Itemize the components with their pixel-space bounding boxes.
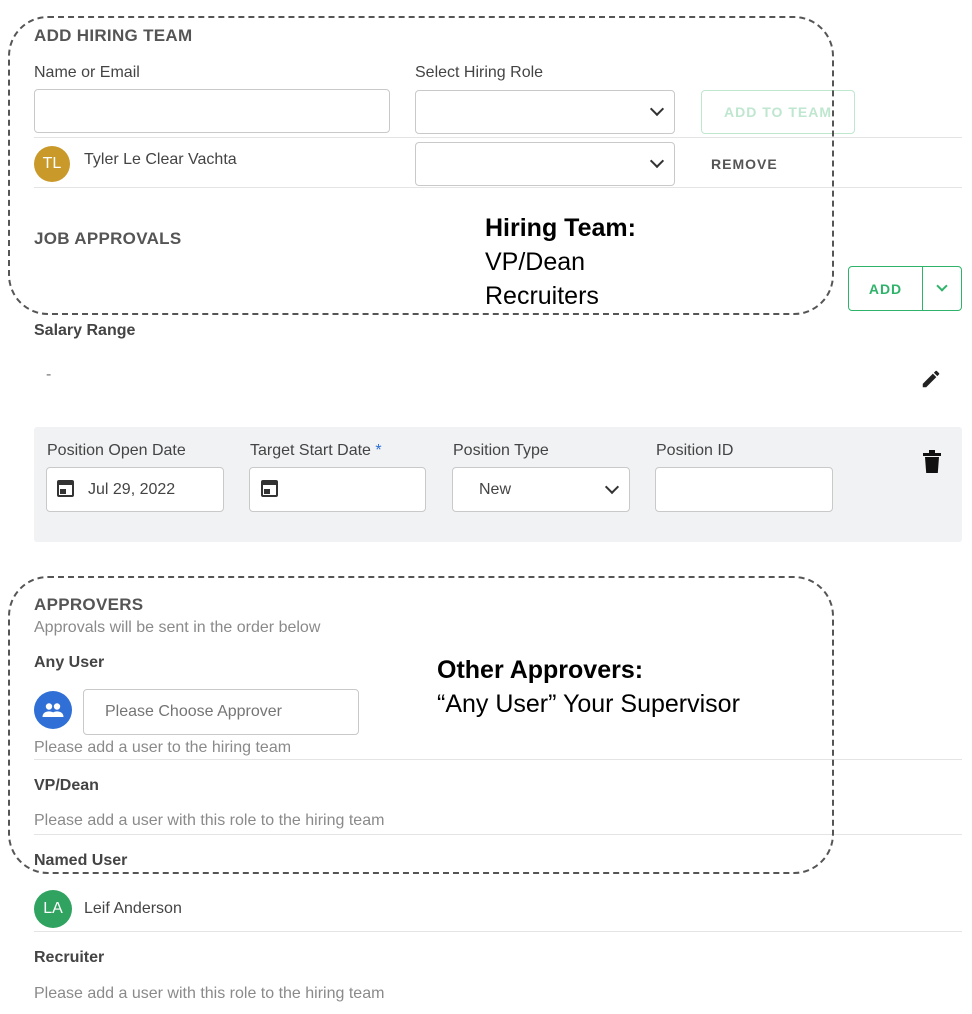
chevron-down-icon: [936, 279, 948, 292]
add-approval-button[interactable]: ADD: [849, 267, 923, 310]
annotation-heading: Hiring Team:: [485, 214, 636, 242]
divider: [34, 931, 962, 932]
add-approval-split-button[interactable]: ADD: [848, 266, 962, 311]
annotation-line: “Any User” Your Supervisor: [437, 690, 740, 718]
position-id-label: Position ID: [656, 442, 734, 459]
hiring-team-annotation: Hiring Team: VP/Dean Recruiters: [485, 211, 636, 313]
position-open-date-value: Jul 29, 2022: [88, 481, 176, 498]
approver-name: Leif Anderson: [84, 900, 182, 917]
calendar-icon: [261, 480, 278, 497]
required-mark: *: [375, 442, 382, 459]
approver-note: Please add a user with this role to the …: [34, 985, 385, 1002]
position-open-date-input[interactable]: Jul 29, 2022: [46, 467, 224, 512]
calendar-icon: [57, 480, 74, 497]
other-approvers-annotation: Other Approvers: “Any User” Your Supervi…: [437, 653, 740, 721]
hiring-team-highlight: [8, 16, 834, 315]
avatar: LA: [34, 890, 72, 928]
add-approval-dropdown-toggle[interactable]: [923, 267, 961, 310]
annotation-heading: Other Approvers:: [437, 656, 644, 684]
target-start-date-input[interactable]: [249, 467, 426, 512]
annotation-line: VP/Dean: [485, 248, 586, 276]
target-start-date-label-text: Target Start Date: [250, 442, 371, 459]
pencil-icon[interactable]: [920, 368, 942, 390]
salary-range-value: -: [46, 366, 52, 383]
position-type-select[interactable]: New: [452, 467, 630, 512]
position-open-date-label: Position Open Date: [47, 442, 186, 459]
trash-icon[interactable]: [922, 450, 942, 474]
approvers-highlight: [8, 576, 834, 874]
approver-group-label: Recruiter: [34, 949, 105, 966]
annotation-line: Recruiters: [485, 282, 599, 310]
salary-range-label: Salary Range: [34, 322, 136, 339]
position-type-label: Position Type: [453, 442, 549, 459]
position-id-input[interactable]: [655, 467, 833, 512]
position-type-value: New: [479, 481, 512, 498]
target-start-date-label: Target Start Date *: [250, 442, 382, 460]
chevron-down-icon: [604, 479, 620, 494]
